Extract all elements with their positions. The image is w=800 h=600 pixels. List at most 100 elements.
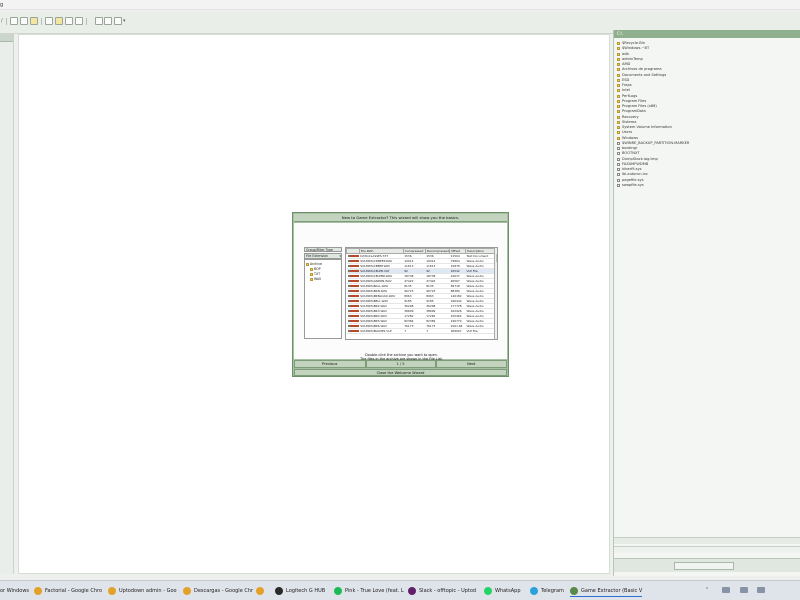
tools-icon[interactable] [95, 17, 103, 25]
folder-icon [617, 115, 620, 119]
taskbar-item-label: Telegram [541, 588, 564, 594]
row-icons [346, 278, 360, 284]
row-icons [346, 308, 360, 314]
file-status-icon [356, 274, 359, 278]
image-icon[interactable] [75, 17, 83, 25]
folder-icon [617, 131, 620, 135]
table-cell: 369007 [449, 328, 466, 334]
row-icons [346, 288, 360, 294]
taskbar-item[interactable]: Slack - offtopic - Uptod [408, 585, 476, 597]
plugin-icon[interactable] [114, 17, 122, 25]
file-status-icon [356, 284, 359, 288]
wizard-navigation: Previous 1 / 5 Next [294, 360, 507, 368]
file-browser-actions [614, 558, 800, 572]
taskbar-item[interactable]: Uptodown admin - Goo [108, 585, 177, 597]
folder-icon [310, 278, 313, 281]
options-icon[interactable] [104, 17, 112, 25]
page-indicator: 1 / 5 [365, 360, 436, 368]
app-icon [408, 587, 416, 595]
taskbar-item[interactable]: Logitech G HUB [275, 585, 325, 597]
toolbar-edge-icon[interactable]: / [1, 18, 3, 24]
tree-node[interactable]: WAV [306, 277, 340, 282]
row-icons [346, 258, 360, 264]
wizard-heading: New to Game Extractor? This wizard will … [294, 214, 507, 222]
table-row[interactable]: SOUNDS\BLUMP2.VLP 7 7 369007 VLP File [346, 328, 496, 334]
app-icon [183, 587, 191, 595]
preview-icon[interactable] [65, 17, 73, 25]
file-browser-status [614, 537, 800, 544]
taskbar-item[interactable]: Pink - True Love (feat. L [334, 585, 404, 597]
row-icons [346, 293, 360, 299]
welcome-wizard-dialog: New to Game Extractor? This wizard will … [292, 212, 509, 377]
file-list-table: File Path Compressed Decompressed Offset Des… [345, 247, 498, 340]
folder-icon [617, 47, 620, 51]
previous-button[interactable]: Previous [294, 360, 366, 368]
tray-wifi-icon[interactable] [722, 587, 730, 593]
taskbar-item-label: Factorial - Google Chro [45, 588, 103, 594]
folder-icon [617, 89, 620, 93]
app-icon [484, 587, 492, 595]
file-browser-item[interactable]: swapfile.sys [617, 183, 797, 188]
left-panel-header [0, 34, 13, 42]
table-cell: 7 [403, 328, 426, 334]
taskbar-item[interactable]: Factorial - Google Chro [34, 585, 102, 597]
file-status-icon [356, 269, 359, 273]
file-browser-list: $Recycle.Bin $Windows.~BT adb adminTemp AMD A… [617, 41, 797, 188]
file-browser-filter[interactable] [614, 546, 800, 553]
app-icon [570, 586, 578, 595]
taskbar-item[interactable]: WhatsApp [484, 585, 521, 597]
file-status-icon [356, 294, 359, 298]
file-status-icon [356, 259, 359, 263]
table-scrollbar[interactable] [494, 248, 497, 339]
file-status-icon [356, 309, 359, 313]
dropdown-icon[interactable]: ▾ [123, 18, 126, 24]
folder-icon [617, 105, 620, 109]
taskbar-item-label: Game Extractor (Basic V [581, 587, 643, 594]
row-icons [346, 268, 360, 274]
taskbar-item-label: Slack - offtopic - Uptod [419, 588, 477, 594]
file-status-icon [356, 324, 359, 328]
app-icon [334, 587, 342, 595]
folder-icon [617, 126, 620, 130]
taskbar-item[interactable]: Descargas - Google Chr [183, 585, 253, 597]
folder-icon [617, 110, 620, 114]
table-cell: VLP File [465, 328, 496, 334]
file-status-icon [356, 319, 359, 323]
taskbar-item[interactable]: Game Extractor (Basic V [570, 585, 643, 597]
folder-icon [617, 84, 620, 88]
folder-icon [617, 73, 620, 77]
file-status-icon [356, 329, 359, 333]
extract-icon[interactable] [55, 17, 63, 25]
toolbar-separator [6, 18, 7, 25]
add-file-icon[interactable] [45, 17, 53, 25]
tray-lang-icon[interactable] [757, 587, 765, 593]
new-archive-icon[interactable] [10, 17, 18, 25]
folder-icon [617, 99, 620, 103]
folder-icon [617, 42, 620, 46]
taskbar-item[interactable] [256, 585, 267, 597]
tray-^-icon[interactable]: ⌃ [705, 587, 709, 593]
browse-button[interactable] [674, 562, 734, 570]
tray-speaker-icon[interactable] [740, 587, 748, 593]
folder-icon [617, 78, 620, 82]
toolbar-separator [41, 18, 42, 25]
column-header[interactable]: Decompressed [424, 248, 451, 254]
close-wizard-button[interactable]: Close the Welcome Wizard [294, 369, 507, 376]
file-status-icon [356, 254, 359, 258]
scrollbar-thumb[interactable] [495, 254, 497, 262]
next-button[interactable]: Next [435, 360, 507, 368]
row-icons [346, 303, 360, 309]
taskbar-item[interactable]: or Windows [0, 585, 29, 597]
save-icon[interactable] [20, 17, 28, 25]
left-panel [0, 34, 14, 574]
window-title: g [0, 2, 4, 8]
filter-type-value: File Extension [306, 254, 328, 258]
taskbar-item-label: Uptodown admin - Goo [119, 588, 177, 594]
file-browser-header: C:\ [614, 30, 800, 38]
open-folder-icon[interactable] [30, 17, 38, 25]
current-path: C:\ [617, 31, 623, 36]
row-icons [346, 328, 360, 334]
taskbar-item[interactable]: Telegram [530, 585, 564, 597]
column-header[interactable]: Compressed [402, 248, 426, 254]
taskbar-item-label: Logitech G HUB [286, 588, 326, 594]
